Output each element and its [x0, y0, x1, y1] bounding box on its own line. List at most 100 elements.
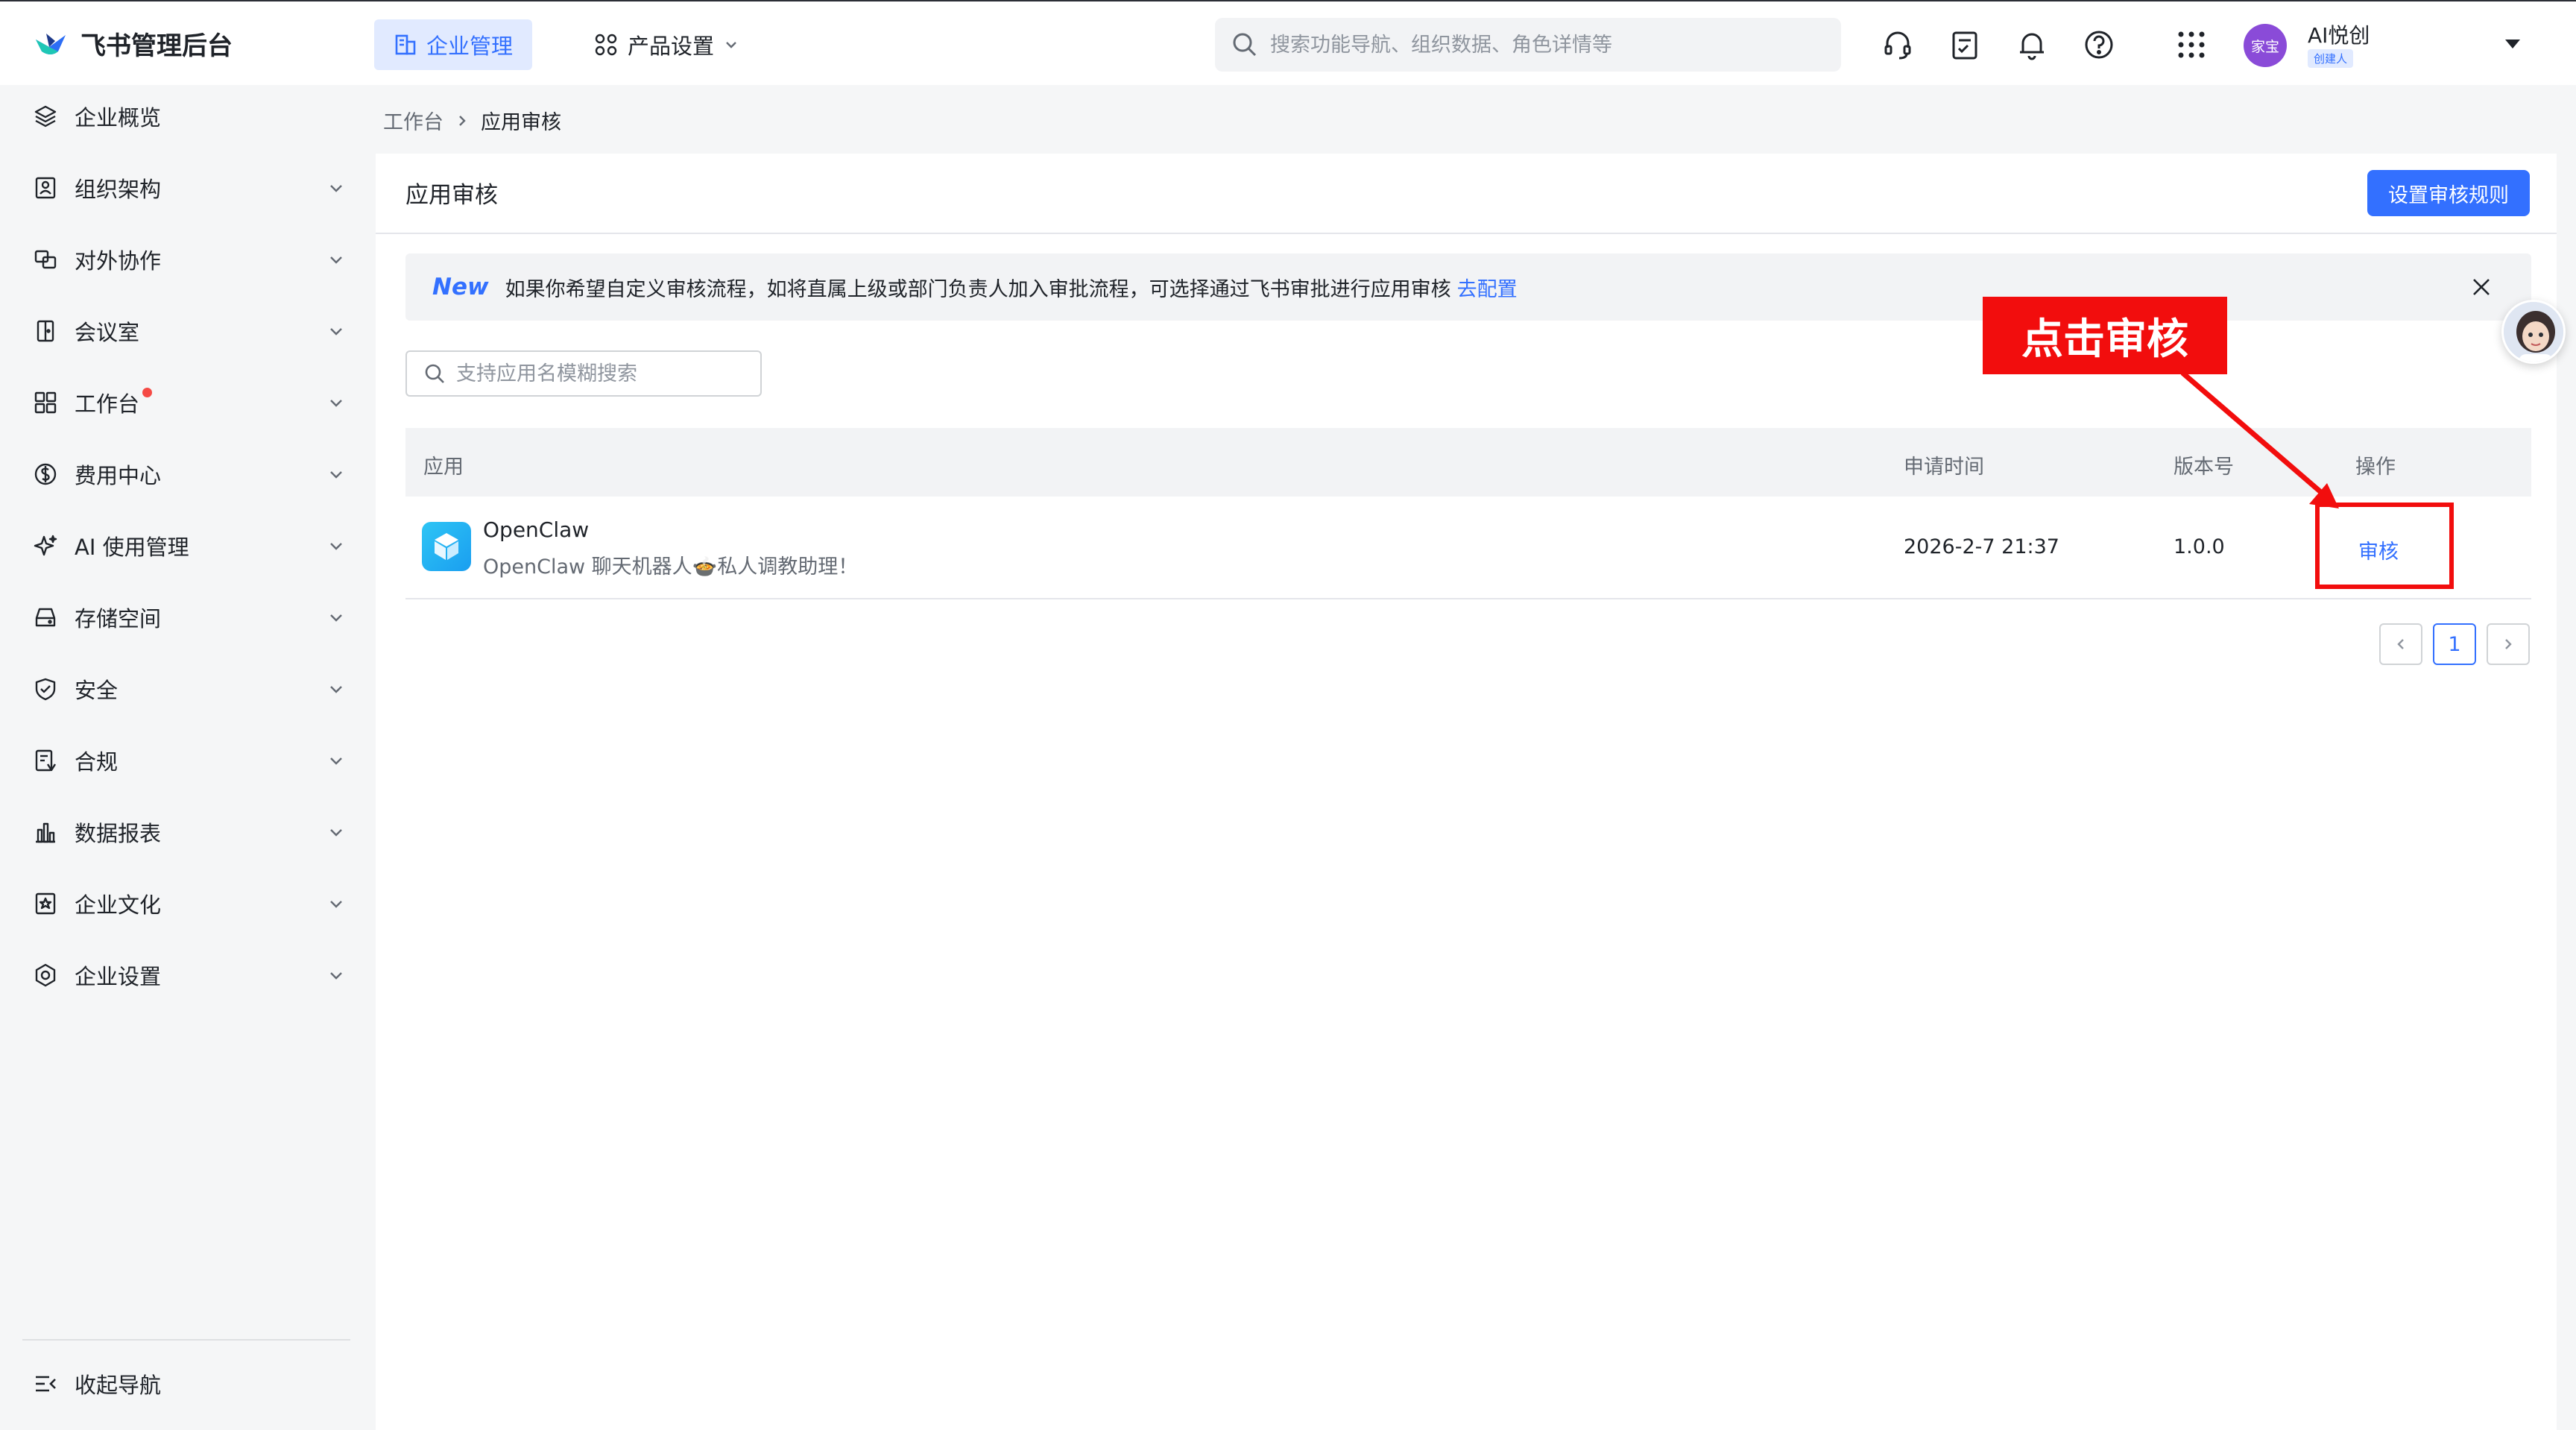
breadcrumb-parent[interactable]: 工作台 [383, 106, 443, 135]
tab-product-settings[interactable]: 产品设置 [574, 19, 759, 70]
app-filter [405, 350, 762, 397]
sidebar-item[interactable]: 费用中心 [33, 452, 346, 497]
app-search-input[interactable] [456, 362, 754, 385]
sidebar-item-label: 会议室 [75, 320, 140, 345]
breadcrumb-current: 应用审核 [481, 111, 561, 134]
user-name: AI悦创 [2308, 23, 2370, 48]
chevron-down-icon [326, 895, 346, 914]
new-tag: New [432, 274, 489, 300]
chevron-down-icon [326, 966, 346, 986]
search-input[interactable] [1270, 33, 1792, 57]
chevron-down-icon [326, 537, 346, 556]
notification-dot [142, 387, 153, 397]
chevron-down-icon [326, 251, 346, 270]
notice-text: 如果你希望自定义审核流程，如将直属上级或部门负责人加入审批流程，可选择通过飞书审… [505, 277, 1451, 301]
sidebar-item[interactable]: 存储空间 [33, 595, 346, 640]
app-description: OpenClaw 聊天机器人🍲私人调教助理！ [483, 555, 859, 579]
tab-label: 企业管理 [426, 34, 514, 59]
app-logo[interactable]: 飞书管理后台 [33, 25, 233, 62]
settings-icon [33, 963, 58, 988]
main-panel: 应用审核 设置审核规则 New 如果你希望自定义审核流程，如将直属上级或部门负责… [376, 154, 2557, 1430]
avatar[interactable]: 家宝 [2244, 24, 2287, 67]
chevron-right-icon [455, 113, 469, 129]
review-button[interactable]: 审核 [2358, 535, 2399, 564]
sidebar-item-label: AI 使用管理 [75, 535, 189, 560]
search-icon [1231, 31, 1258, 58]
openclaw-app-icon [422, 522, 471, 571]
sidebar-item[interactable]: 对外协作 [33, 237, 346, 282]
chevron-down-icon [326, 608, 346, 628]
storage-icon [33, 605, 58, 630]
sidebar-item-label: 合规 [75, 749, 119, 775]
layers-icon [33, 104, 58, 129]
chevron-down-icon [326, 394, 346, 413]
sparkle-icon [33, 533, 58, 558]
sidebar-item-label: 费用中心 [75, 463, 162, 488]
help-icon[interactable] [2083, 28, 2115, 61]
app-name: OpenClaw [483, 517, 590, 542]
sidebar-item[interactable]: 会议室 [33, 309, 346, 353]
org-chart-icon [33, 175, 58, 201]
sidebar-item[interactable]: 工作台 [33, 380, 346, 425]
sidebar-item[interactable]: AI 使用管理 [33, 523, 346, 568]
chevron-down-icon [326, 823, 346, 842]
table-row: OpenClaw OpenClaw 聊天机器人🍲私人调教助理！ 2026-2-7… [405, 497, 2531, 599]
sidebar-item[interactable]: 安全 [33, 667, 346, 711]
compliance-icon [33, 748, 58, 773]
chevron-down-icon [723, 37, 739, 53]
feishu-logo-icon [33, 29, 70, 59]
tab-label: 产品设置 [628, 34, 715, 59]
panel-divider [376, 233, 2557, 234]
dollar-icon [33, 462, 58, 487]
collapse-nav-button[interactable]: 收起导航 [33, 1361, 161, 1406]
apps-grid-icon[interactable] [2175, 28, 2208, 61]
chevron-down-icon [326, 322, 346, 341]
sidebar-item-label: 企业设置 [75, 964, 162, 989]
culture-icon [33, 891, 58, 916]
sidebar-item[interactable]: 企业概览 [33, 94, 346, 139]
prev-page-button[interactable] [2379, 623, 2422, 665]
set-review-rules-button[interactable]: 设置审核规则 [2367, 170, 2530, 216]
sidebar-item[interactable]: 企业文化 [33, 881, 346, 926]
headset-icon[interactable] [1881, 28, 1914, 61]
caret-down-icon[interactable] [2503, 36, 2522, 52]
product-settings-icon [593, 32, 619, 57]
app-title: 飞书管理后台 [80, 31, 233, 61]
annotation-label: 点击审核 [1983, 297, 2227, 374]
shield-icon [33, 676, 58, 702]
sidebar-item[interactable]: 组织架构 [33, 166, 346, 210]
column-header-app: 应用 [423, 456, 464, 479]
chevron-down-icon [326, 680, 346, 699]
chevron-down-icon [326, 752, 346, 771]
bell-icon[interactable] [2015, 28, 2048, 61]
sidebar-item-label: 存储空间 [75, 606, 162, 631]
version-number: 1.0.0 [2174, 535, 2225, 558]
sidebar-item-label: 对外协作 [75, 248, 162, 274]
collaboration-icon [33, 247, 58, 272]
chevron-left-icon [2394, 636, 2408, 652]
checklist-icon[interactable] [1948, 28, 1981, 61]
configure-link[interactable]: 去配置 [1457, 273, 1518, 302]
user-role-badge: 创建人 [2308, 49, 2354, 68]
column-header-version: 版本号 [2174, 456, 2234, 479]
assistant-avatar[interactable] [2501, 300, 2566, 364]
sidebar-item-label: 安全 [75, 678, 119, 703]
review-table: 应用 申请时间 版本号 操作 OpenClaw OpenClaw 聊天机器人🍲私… [405, 428, 2531, 599]
chevron-down-icon [326, 465, 346, 485]
global-search [1215, 18, 1841, 72]
page-number-button[interactable]: 1 [2433, 623, 2476, 665]
close-icon[interactable] [2470, 276, 2493, 298]
apply-time: 2026-2-7 21:37 [1904, 535, 2059, 558]
chevron-down-icon [326, 179, 346, 198]
collapse-nav-label: 收起导航 [75, 1373, 162, 1398]
sidebar-item[interactable]: 合规 [33, 738, 346, 783]
collapse-icon [33, 1371, 58, 1396]
sidebar-item[interactable]: 企业设置 [33, 953, 346, 998]
sidebar-item-label: 组织架构 [75, 177, 162, 202]
page-title: 应用审核 [405, 182, 498, 209]
next-page-button[interactable] [2487, 623, 2530, 665]
tab-enterprise-management[interactable]: 企业管理 [374, 19, 533, 70]
breadcrumb: 工作台 应用审核 [383, 106, 561, 135]
sidebar-item[interactable]: 数据报表 [33, 810, 346, 854]
bar-chart-icon [33, 819, 58, 845]
